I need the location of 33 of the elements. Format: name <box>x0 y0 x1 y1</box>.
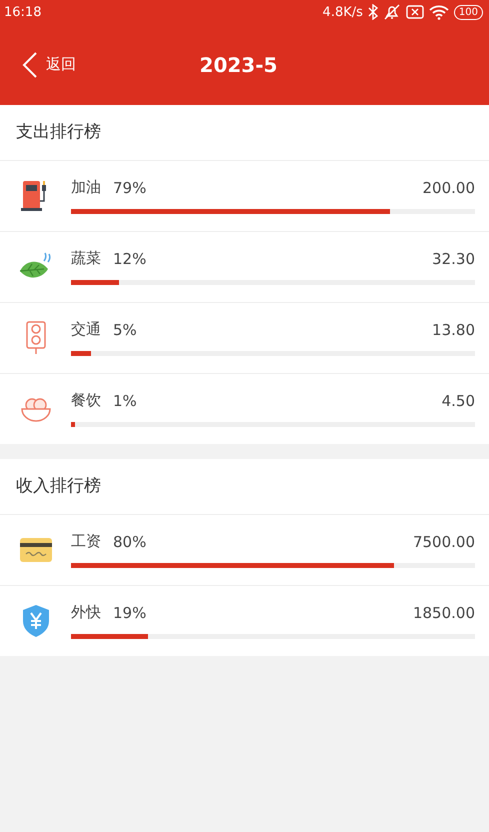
page-title: 2023-5 <box>200 52 278 76</box>
sim-icon <box>406 4 424 20</box>
percentage: 80% <box>113 532 146 550</box>
bluetooth-icon <box>368 4 378 20</box>
percentage: 19% <box>113 604 146 622</box>
amount: 200.00 <box>422 178 475 196</box>
category-name: 外快 <box>71 603 101 622</box>
network-speed: 4.8K/s <box>322 4 363 20</box>
chevron-left-icon <box>22 50 38 78</box>
section-title: 支出排行榜 <box>0 105 489 161</box>
bank-card-icon <box>18 537 52 563</box>
percentage: 12% <box>113 250 146 268</box>
wifi-icon <box>428 4 449 20</box>
status-time: 16:18 <box>4 4 42 20</box>
percentage: 5% <box>113 320 137 338</box>
amount: 13.80 <box>432 320 475 338</box>
percentage: 1% <box>113 392 137 410</box>
category-name: 交通 <box>71 320 101 339</box>
category-name: 餐饮 <box>71 391 101 410</box>
bell-muted-icon <box>382 3 401 21</box>
traffic-light-icon <box>24 321 46 355</box>
section-title: 收入排行榜 <box>0 459 489 515</box>
battery-indicator: 100 <box>454 4 483 20</box>
back-button[interactable]: 返回 <box>0 50 76 78</box>
shield-yen-icon <box>20 604 50 638</box>
percentage: 79% <box>113 178 146 196</box>
category-name: 蔬菜 <box>71 249 101 268</box>
amount: 4.50 <box>442 392 475 410</box>
amount: 1850.00 <box>412 604 475 622</box>
category-name: 工资 <box>71 532 101 551</box>
amount: 32.30 <box>432 250 475 268</box>
category-name: 加油 <box>71 178 101 197</box>
amount: 7500.00 <box>412 532 475 550</box>
